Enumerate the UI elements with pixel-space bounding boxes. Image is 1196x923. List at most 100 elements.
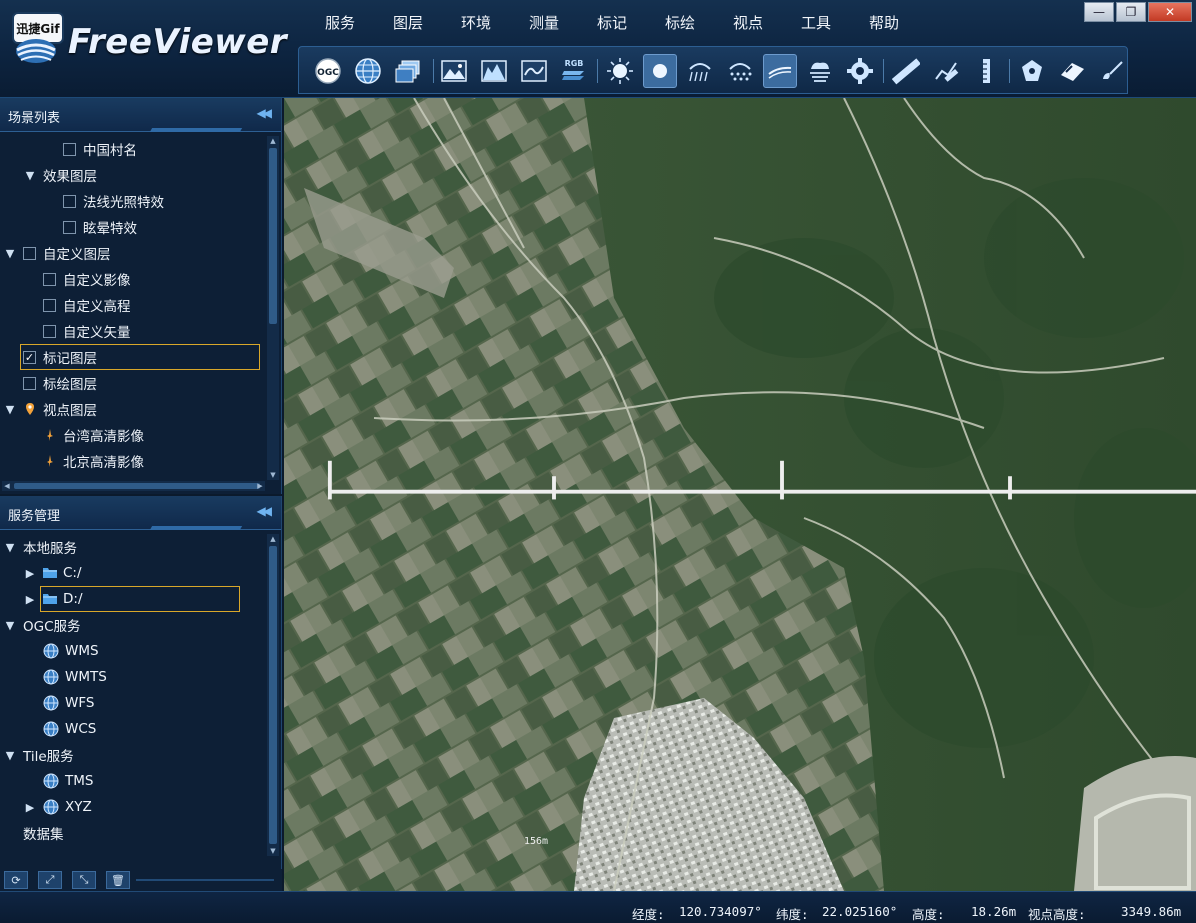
scroll-thumb[interactable] xyxy=(14,483,260,489)
globe-map-view[interactable]: 156m xyxy=(284,98,1196,891)
image-button[interactable] xyxy=(437,54,471,88)
menu-viewpoint[interactable]: 视点 xyxy=(714,8,782,38)
checkbox-checked[interactable]: ✓ xyxy=(23,350,36,364)
tree-item-wms[interactable]: WMS xyxy=(0,638,267,664)
fog-button[interactable] xyxy=(803,54,837,88)
globe-button[interactable] xyxy=(351,54,385,88)
view-height-value: 3349.86m xyxy=(1121,904,1182,919)
collapse-icon[interactable]: ◀◀ xyxy=(257,106,273,120)
terrain-button[interactable] xyxy=(477,54,511,88)
toolbar: OGC RGB xyxy=(298,46,1128,94)
marker-button[interactable] xyxy=(1015,54,1049,88)
tree-item-dizzy-effect[interactable]: 眩晕特效 xyxy=(0,214,267,240)
scroll-down-icon[interactable]: ▼ xyxy=(267,846,279,856)
expand-arrow-icon[interactable]: ▼ xyxy=(24,169,36,182)
checkbox[interactable] xyxy=(63,142,76,156)
menu-service[interactable]: 服务 xyxy=(306,8,374,38)
expand-arrow-icon[interactable]: ▼ xyxy=(4,403,16,416)
menu-environment[interactable]: 环境 xyxy=(442,8,510,38)
collapse-all-button[interactable]: ⤡ xyxy=(72,871,96,889)
tree-item-drive-c[interactable]: ▶ C:/ xyxy=(0,560,267,586)
tree-item-drive-d[interactable]: ▶ D:/ xyxy=(0,586,267,612)
scroll-up-icon[interactable]: ▲ xyxy=(267,534,279,544)
rgb-button[interactable]: RGB xyxy=(557,54,591,88)
settings-button[interactable] xyxy=(843,54,877,88)
status-bar: 经度: 120.734097° 纬度: 22.025160° 高度: 18.26… xyxy=(0,891,1196,923)
checkbox[interactable] xyxy=(63,220,76,234)
menu-layer[interactable]: 图层 xyxy=(374,8,442,38)
toolbar-separator xyxy=(597,59,598,83)
checkbox[interactable] xyxy=(43,298,56,312)
expand-arrow-icon[interactable]: ▶ xyxy=(24,593,36,606)
tree-item-china-village[interactable]: 中国村名 xyxy=(0,136,267,162)
brush-button[interactable] xyxy=(1095,54,1129,88)
restore-button[interactable]: ❐ xyxy=(1116,2,1146,22)
expand-arrow-icon[interactable]: ▶ xyxy=(24,567,36,580)
tree-item-label: TMS xyxy=(65,773,94,789)
tree-item-custom-image[interactable]: 自定义影像 xyxy=(0,266,267,292)
tree-item-ogc-service[interactable]: ▼ OGC服务 xyxy=(0,612,267,638)
expand-arrow-icon[interactable]: ▼ xyxy=(4,247,16,260)
distance-measure-button[interactable] xyxy=(889,54,923,88)
tree-item-custom-vector[interactable]: 自定义矢量 xyxy=(0,318,267,344)
expand-arrow-icon[interactable]: ▼ xyxy=(4,749,16,762)
tree-item-wfs[interactable]: WFS xyxy=(0,690,267,716)
tree-item-wmts[interactable]: WMTS xyxy=(0,664,267,690)
menu-plot[interactable]: 标绘 xyxy=(646,8,714,38)
expand-all-button[interactable]: ⤢ xyxy=(38,871,62,889)
delete-button[interactable]: 🗑 xyxy=(106,871,130,889)
scroll-right-icon[interactable]: ▶ xyxy=(255,481,265,491)
path-measure-button[interactable] xyxy=(929,54,963,88)
scroll-thumb[interactable] xyxy=(269,148,277,324)
tree-item-normal-light[interactable]: 法线光照特效 xyxy=(0,188,267,214)
menu-measure[interactable]: 测量 xyxy=(510,8,578,38)
tree-item-xyz[interactable]: ▶ XYZ xyxy=(0,794,267,820)
checkbox[interactable] xyxy=(23,246,36,260)
expand-arrow-icon[interactable]: ▶ xyxy=(24,801,36,814)
close-button[interactable]: ✕ xyxy=(1148,2,1192,22)
tree-item-wcs[interactable]: WCS xyxy=(0,716,267,742)
tree-item-viewpoint-layer[interactable]: ▼ 视点图层 xyxy=(0,396,267,422)
tree-item-beijing-image[interactable]: 北京高清影像 xyxy=(0,448,267,474)
tree-item-effect-layer[interactable]: ▼ 效果图层 xyxy=(0,162,267,188)
tree-item-dataset[interactable]: 数据集 xyxy=(0,820,267,846)
tree-item-local-service[interactable]: ▼ 本地服务 xyxy=(0,534,267,560)
scene-horizontal-scrollbar[interactable]: ◀ ▶ xyxy=(2,481,265,491)
tree-item-plot-layer[interactable]: 标绘图层 xyxy=(0,370,267,396)
collapse-icon[interactable]: ◀◀ xyxy=(257,504,273,518)
wind-button[interactable] xyxy=(763,54,797,88)
menu-tools[interactable]: 工具 xyxy=(782,8,850,38)
tree-item-taiwan-image[interactable]: 台湾高清影像 xyxy=(0,422,267,448)
expand-arrow-icon[interactable]: ▼ xyxy=(4,541,16,554)
service-vertical-scrollbar[interactable]: ▲ ▼ xyxy=(267,534,279,856)
checkbox[interactable] xyxy=(43,324,56,338)
menu-mark[interactable]: 标记 xyxy=(578,8,646,38)
sun-button[interactable] xyxy=(603,54,637,88)
tree-item-tms[interactable]: TMS xyxy=(0,768,267,794)
ogc-button[interactable]: OGC xyxy=(311,54,345,88)
ball-button[interactable] xyxy=(643,54,677,88)
toolbar-separator xyxy=(1009,59,1010,83)
scroll-up-icon[interactable]: ▲ xyxy=(267,136,279,146)
plot-button[interactable] xyxy=(1055,54,1089,88)
refresh-button[interactable]: ⟳ xyxy=(4,871,28,889)
checkbox[interactable] xyxy=(63,194,76,208)
tree-item-tile-service[interactable]: ▼ Tile服务 xyxy=(0,742,267,768)
checkbox[interactable] xyxy=(23,376,36,390)
tree-item-mark-layer[interactable]: ✓ 标记图层 xyxy=(0,344,267,370)
rain-button[interactable] xyxy=(683,54,717,88)
scroll-down-icon[interactable]: ▼ xyxy=(267,470,279,480)
layers-button[interactable] xyxy=(391,54,425,88)
minimize-button[interactable]: — xyxy=(1084,2,1114,22)
height-measure-button[interactable] xyxy=(969,54,1003,88)
checkbox[interactable] xyxy=(43,272,56,286)
expand-arrow-icon[interactable]: ▼ xyxy=(4,619,16,632)
scroll-thumb[interactable] xyxy=(269,546,277,844)
snow-button[interactable] xyxy=(723,54,757,88)
tree-item-custom-elevation[interactable]: 自定义高程 xyxy=(0,292,267,318)
scene-vertical-scrollbar[interactable]: ▲ ▼ xyxy=(267,136,279,480)
map-button[interactable] xyxy=(517,54,551,88)
scroll-left-icon[interactable]: ◀ xyxy=(2,481,12,491)
tree-item-custom-layer[interactable]: ▼ 自定义图层 xyxy=(0,240,267,266)
menu-help[interactable]: 帮助 xyxy=(850,8,918,38)
